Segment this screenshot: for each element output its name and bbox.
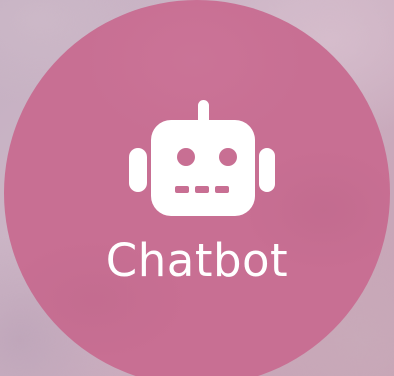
app-label: Chatbot — [105, 234, 289, 287]
robot-icon — [129, 100, 275, 216]
chatbot-app-tile[interactable]: Chatbot — [4, 0, 390, 376]
